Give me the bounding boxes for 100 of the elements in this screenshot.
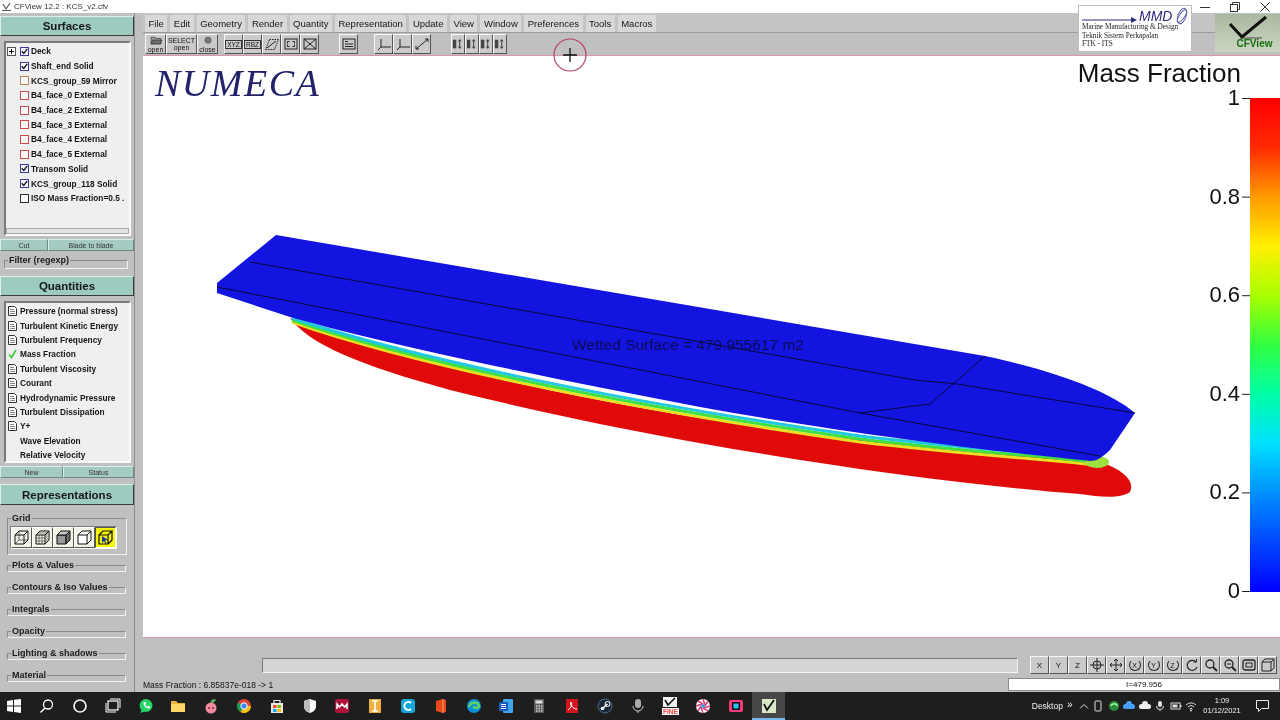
checkbox[interactable] [20,193,29,203]
swirl-icon[interactable] [1107,700,1120,712]
checkbox[interactable] [20,105,29,115]
view-button[interactable] [1220,656,1239,674]
panel-header[interactable]: Representations [0,484,134,505]
axis-button[interactable]: Z [1068,656,1087,674]
menu-item[interactable]: View [450,15,478,32]
surface-item[interactable]: Transom Solid [31,163,89,174]
surface-item[interactable]: B4_face_3 External [31,119,108,130]
checkbox[interactable] [20,120,29,130]
checkbox[interactable] [20,90,29,100]
variable-item[interactable]: Pressure (normal stress) [20,306,118,317]
surface-item[interactable]: KCS_group_59 Mirror [31,75,117,86]
microphone-icon[interactable] [1154,700,1167,712]
checkbox[interactable] [20,179,29,189]
toolbar-button[interactable] [465,34,479,54]
grid-mode-button[interactable] [95,527,116,548]
section-header[interactable]: Material [7,670,126,682]
surface-item[interactable]: Shaft_end Solid [31,61,94,72]
menu-item[interactable]: Render [248,15,287,32]
task-view-icon[interactable] [104,698,121,714]
chevron-up-icon[interactable] [1078,703,1089,709]
view-button[interactable] [1239,656,1258,674]
panel-header[interactable]: Surfaces [0,16,134,36]
surface-item[interactable]: B4_face_4 External [31,134,108,145]
toolbar-button[interactable] [451,34,465,54]
filter-section[interactable]: Filter (regexp) [4,255,128,269]
surface-item[interactable]: Deck [31,46,51,57]
toolbar-button[interactable] [479,34,493,54]
circle-icon[interactable] [72,698,88,714]
view-button[interactable] [1106,656,1125,674]
phone-icon[interactable] [1092,700,1105,712]
toolbar-button[interactable] [281,34,300,54]
toolbar-button[interactable] [493,34,507,54]
command-field[interactable] [262,657,1018,673]
section-header[interactable]: Contours & Iso Values [7,582,126,594]
search-icon[interactable] [39,698,56,714]
checkbox[interactable] [20,46,29,56]
view-button[interactable] [1182,656,1201,674]
toolbar-button[interactable] [300,34,319,54]
variable-item[interactable]: Relative Velocity [20,450,86,461]
checkbox[interactable] [20,76,29,86]
variable-item[interactable]: Wave Elevation [20,435,81,446]
menu-item[interactable]: Update [409,15,448,32]
notification-icon[interactable] [1256,700,1269,712]
variable-item[interactable]: Y+ [20,421,31,432]
menu-item[interactable]: Macros [617,15,656,32]
menu-item[interactable]: Edit [170,15,194,32]
surface-item[interactable]: B4_face_5 External [31,149,108,160]
variable-item[interactable]: Courant [20,378,52,389]
start-icon[interactable] [6,698,23,714]
cloud-icon[interactable] [1138,700,1151,712]
menu-item[interactable]: Quantity [289,15,332,32]
menu-item[interactable]: Window [480,15,522,32]
section-header[interactable]: Opacity [7,626,126,638]
document-icon [8,392,17,403]
variable-item[interactable]: Turbulent Frequency [20,334,102,345]
taskbar-button[interactable] [752,692,786,720]
overflow-chevron[interactable]: » [1066,698,1073,710]
axis-button[interactable]: X [1030,656,1049,674]
toolbar-button[interactable] [339,34,358,54]
axes-icon [395,38,410,50]
expand-icon[interactable] [7,46,16,56]
document-tile-icon [498,698,515,714]
menu-item[interactable]: Preferences [524,15,583,32]
checkbox[interactable] [20,149,29,159]
horizontal-scrollbar[interactable] [6,228,129,234]
panel-header[interactable]: Quantities [0,276,134,296]
menu-item[interactable]: File [145,15,168,32]
surface-item[interactable]: B4_face_0 External [31,90,108,101]
variable-item[interactable]: Turbulent Viscosity [20,363,97,374]
restore-icon[interactable] [1230,1,1240,12]
variable-item[interactable]: Turbulent Dissipation [20,406,105,417]
cloud-icon[interactable] [1123,700,1136,712]
wifi-icon[interactable] [1185,700,1198,712]
battery-icon[interactable] [1169,700,1182,712]
axis-button[interactable]: Y [1049,656,1068,674]
menu-item[interactable]: Representation [334,15,407,32]
menu-item[interactable]: Geometry [196,15,246,32]
view-button[interactable] [1201,656,1220,674]
section-header[interactable]: Integrals [7,604,126,616]
checkbox[interactable] [20,134,29,144]
section-header[interactable]: Lighting & shadows [7,648,126,660]
checkbox[interactable] [20,164,29,174]
variable-item[interactable]: Hydrodynamic Pressure [20,392,116,403]
toolbar-button[interactable] [393,34,412,54]
surface-item[interactable]: ISO Mass Fraction=0.5 . [31,193,125,204]
toolbar-button[interactable] [374,34,393,54]
toolbar-button[interactable] [412,34,431,54]
view-button[interactable] [1087,656,1106,674]
toolbar-button[interactable] [262,34,281,54]
section-header[interactable]: Plots & Values [7,560,126,572]
view-button[interactable] [1258,656,1277,674]
surface-item[interactable]: B4_face_2 External [31,105,108,116]
close-icon[interactable] [1260,1,1270,12]
menu-item[interactable]: Tools [585,15,615,32]
checkbox[interactable] [20,61,29,71]
variable-item[interactable]: Turbulent Kinetic Energy [20,320,119,331]
surface-item[interactable]: KCS_group_118 Solid [31,178,118,189]
toolbar-label[interactable]: Desktop [1031,701,1063,711]
